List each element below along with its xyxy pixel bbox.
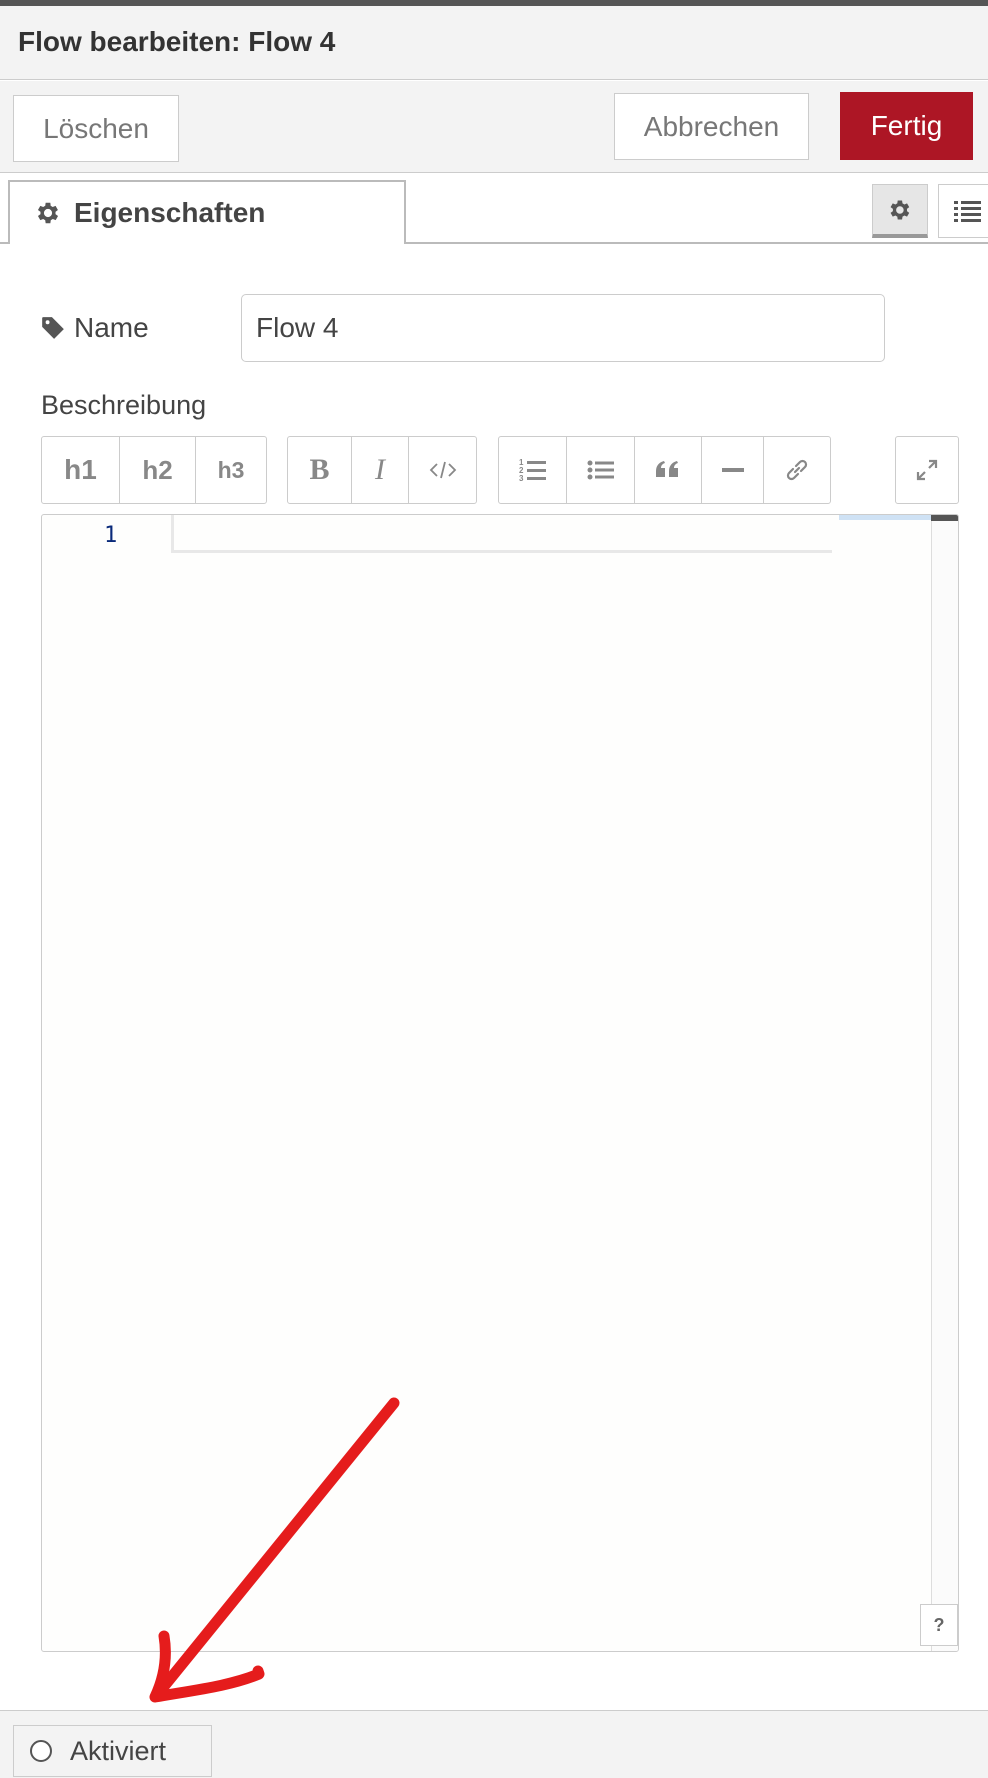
done-button[interactable]: Fertig: [840, 92, 973, 160]
link-button[interactable]: [764, 437, 830, 503]
unordered-list-button[interactable]: [567, 437, 635, 503]
enabled-toggle[interactable]: Aktiviert: [13, 1725, 212, 1777]
editor-scrollbar[interactable]: [931, 515, 958, 1651]
scrollbar-thumb[interactable]: [931, 515, 958, 521]
list-icon: [954, 201, 981, 222]
line-number: 1: [104, 523, 118, 548]
enabled-toggle-label: Aktiviert: [70, 1735, 167, 1766]
unordered-list-icon: [587, 460, 614, 480]
horizontal-rule-button[interactable]: [702, 437, 764, 503]
help-button[interactable]: ?: [920, 1604, 958, 1646]
format-toolbar-group: B I: [287, 436, 477, 504]
ordered-list-button[interactable]: 1 2 3: [499, 437, 567, 503]
tab-properties[interactable]: Eigenschaften: [8, 180, 406, 244]
dialog-title: Flow bearbeiten: Flow 4: [18, 26, 336, 57]
name-label: Name: [40, 312, 149, 344]
code-button[interactable]: [409, 437, 476, 503]
h2-button[interactable]: h2: [120, 437, 196, 503]
blockquote-button[interactable]: [635, 437, 702, 503]
toggle-circle-icon: [30, 1740, 52, 1762]
dialog-button-bar: Löschen Abbrechen Fertig: [0, 81, 988, 173]
link-icon: [786, 459, 808, 481]
description-label: Beschreibung: [41, 390, 207, 420]
expand-icon: [916, 459, 938, 481]
delete-button[interactable]: Löschen: [13, 95, 179, 162]
list-tab-button[interactable]: [938, 184, 988, 238]
description-editor[interactable]: 1 ?: [41, 514, 959, 1652]
h1-button[interactable]: h1: [42, 437, 120, 503]
block-toolbar-group: 1 2 3: [498, 436, 831, 504]
heading-toolbar-group: h1 h2 h3: [41, 436, 267, 504]
gear-icon: [890, 199, 910, 220]
code-icon: [429, 461, 456, 479]
italic-button[interactable]: I: [352, 437, 409, 503]
horizontal-rule-icon: [721, 468, 744, 472]
name-label-text: Name: [74, 312, 149, 343]
cancel-button[interactable]: Abbrechen: [614, 93, 809, 160]
name-input[interactable]: [241, 294, 885, 362]
bold-button[interactable]: B: [288, 437, 352, 503]
selection-marker: [839, 515, 931, 520]
properties-form: Name Beschreibung h1 h2 h3 B I 1 2 3: [0, 244, 988, 1710]
h3-button[interactable]: h3: [196, 437, 266, 503]
expand-button[interactable]: [896, 437, 958, 503]
svg-text:3: 3: [519, 474, 524, 483]
gear-icon: [37, 202, 59, 224]
dialog-title-bar: Flow bearbeiten: Flow 4: [0, 6, 988, 80]
dialog-footer: Aktiviert: [0, 1710, 988, 1778]
quote-icon: [656, 461, 678, 477]
active-line-highlight: [171, 515, 832, 553]
tab-bar: Eigenschaften: [0, 174, 988, 244]
settings-tab-button[interactable]: [872, 184, 928, 238]
expand-toolbar-group: [895, 436, 959, 504]
tag-icon: [42, 317, 64, 339]
tab-properties-label: Eigenschaften: [74, 197, 266, 228]
ordered-list-icon: 1 2 3: [519, 458, 546, 483]
